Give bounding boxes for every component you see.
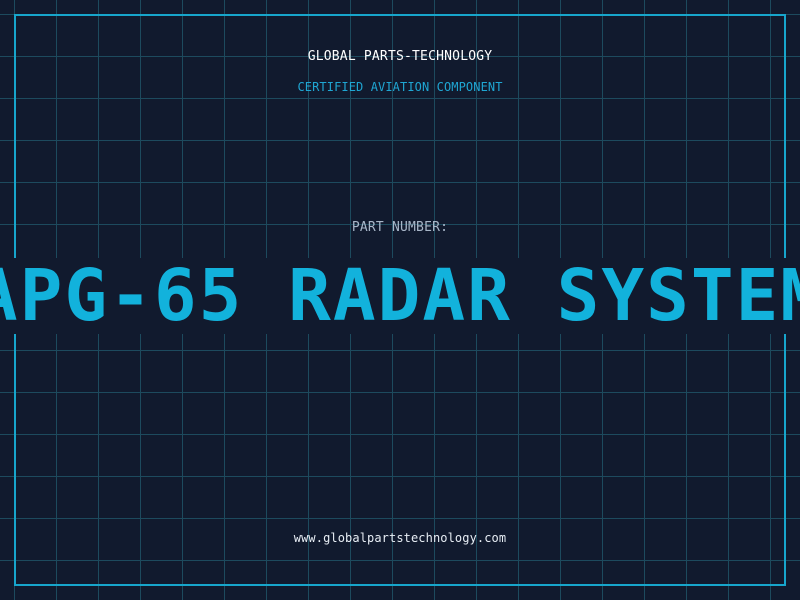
part-number-value: APG-65 RADAR SYSTEM [0,258,800,334]
card-canvas: GLOBAL PARTS-TECHNOLOGY CERTIFIED AVIATI… [0,0,800,600]
part-number-band: APG-65 RADAR SYSTEM [0,258,800,334]
website-url: www.globalpartstechnology.com [293,531,507,545]
company-name: GLOBAL PARTS-TECHNOLOGY [307,49,493,64]
part-number-label: PART NUMBER: [351,220,449,235]
certification-tagline: CERTIFIED AVIATION COMPONENT [297,80,503,94]
